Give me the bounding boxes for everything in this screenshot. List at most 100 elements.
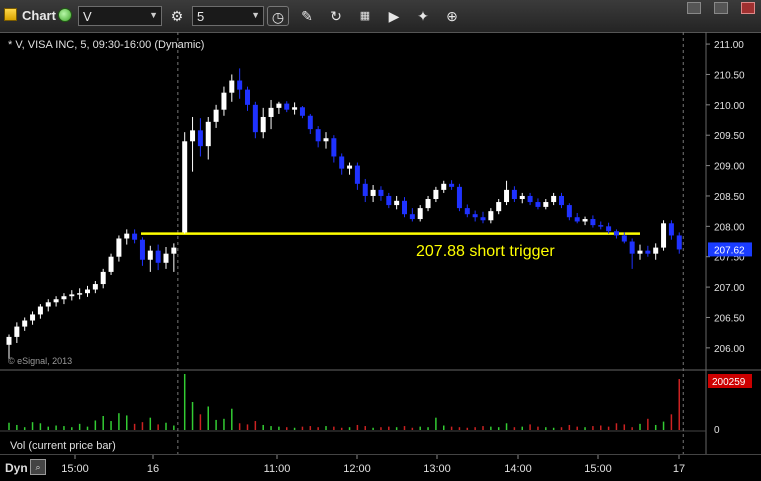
candle-body [504,189,510,203]
candle-body [190,130,196,142]
candle-body [260,116,266,133]
time-tick-label: 17 [673,463,685,475]
pencil-icon[interactable]: ✎ [296,6,318,26]
chevron-down-icon[interactable]: ▼ [251,10,260,20]
candle-body [147,250,153,260]
candle-body [519,195,525,199]
candle-body [354,165,360,184]
trigger-label: 207.88 short trigger [416,243,555,260]
candle-body [535,202,541,207]
candle-body [245,89,250,105]
price-tick-label: 207.00 [714,283,745,294]
settings-icon[interactable]: ⚙ [166,6,188,26]
candle-body [284,103,290,110]
candle-body [661,223,667,248]
candle-body [37,306,43,315]
candle-body [456,186,462,209]
minimize-icon[interactable] [687,2,701,14]
time-tick-label: 11:00 [264,463,291,475]
candle-body [77,293,83,295]
volume-label: Vol (current price bar) [10,440,116,452]
candles [6,68,682,359]
candle-body [124,233,130,239]
candle-body [370,189,376,196]
link-icon[interactable] [58,8,72,22]
play-icon[interactable]: ▶ [383,6,405,26]
candle-body [315,129,321,142]
candle-body [237,80,243,90]
candle-body [85,289,90,294]
close-icon[interactable] [741,2,755,14]
candle-body [425,199,431,209]
candle-body [229,80,235,93]
last-price-label: 207.62 [714,245,745,256]
candle-body [621,235,627,242]
candle-body [472,214,478,218]
candle-body [139,239,145,260]
candle-body [292,107,298,110]
candle-body [676,235,682,250]
chart-app-icon[interactable] [4,8,17,21]
candle-body [307,115,313,130]
price-tick-label: 209.00 [714,162,745,173]
cursor-icon[interactable]: ⊕ [441,6,463,26]
candle-body [590,219,596,226]
candle-body [331,138,337,157]
candle-body [543,202,549,207]
restore-icon[interactable] [714,2,728,14]
candle-body [362,183,368,196]
candle-body [606,226,612,232]
candle-body [14,326,20,337]
candle-body [108,256,114,272]
candle-body [197,130,203,147]
toolbar: Chart V ▼ ⚙ 5 ▼ ◷ ✎ ↻ ▦ ▶ ✦ ⊕ [0,0,761,33]
chart-header: * V, VISA INC, 5, 09:30-16:00 (Dynamic) [8,39,204,51]
refresh-icon[interactable]: ↻ [325,6,347,26]
price-tick-label: 209.50 [714,131,745,142]
candle-body [100,271,106,285]
time-tick-label: 16 [147,463,159,475]
candle-body [116,238,122,257]
candlestick-chart[interactable]: 211.00 210.50 210.00 209.50 209.00 208.50 208.… [0,32,761,454]
candle-body [582,219,588,222]
candle-body [45,302,51,307]
candle-body [53,299,59,303]
candle-body [213,109,219,122]
time-tick-label: 14:00 [504,463,532,475]
window-controls [665,2,755,16]
candle-body [276,103,282,108]
candle-body [511,189,517,199]
interval-value: 5 [197,9,205,24]
candle-body [6,336,12,345]
chart-overlay: * V, VISA INC, 5, 09:30-16:00 (Dynamic) … [8,39,555,452]
watermark: © eSignal, 2013 [8,356,72,366]
candle-body [61,296,67,300]
candle-body [637,250,643,254]
time-tick-label: 15:00 [61,463,89,475]
candle-body [155,250,161,263]
symbol-input[interactable]: V ▼ [78,6,162,26]
candle-body [629,241,635,254]
candle-body [464,208,470,215]
candle-body [394,200,400,206]
candle-body [30,314,36,321]
time-axis-bar: Dyn ⌕ 15:00 16 11:00 12:00 13:00 14:00 15:00 17 [0,454,761,481]
candle-body [574,217,580,222]
clock-icon[interactable]: ◷ [267,6,289,26]
time-axis: 15:00 16 11:00 12:00 13:00 14:00 15:00 17 [61,455,685,475]
candle-body [347,165,353,169]
price-tick-label: 210.50 [714,70,745,81]
candle-body [386,195,392,206]
candle-body [182,141,188,233]
chart-type-icon[interactable]: ▦ [354,6,376,26]
candle-body [323,138,329,142]
tools-icon[interactable]: ✦ [412,6,434,26]
candle-body [613,231,619,236]
candle-body [163,253,169,263]
interval-input[interactable]: 5 ▼ [192,6,264,26]
chevron-down-icon[interactable]: ▼ [149,10,158,20]
time-tick-label: 15:00 [584,463,612,475]
volume-last-label: 200259 [712,377,746,388]
candle-body [92,284,98,290]
time-tick-label: 13:00 [423,463,451,475]
